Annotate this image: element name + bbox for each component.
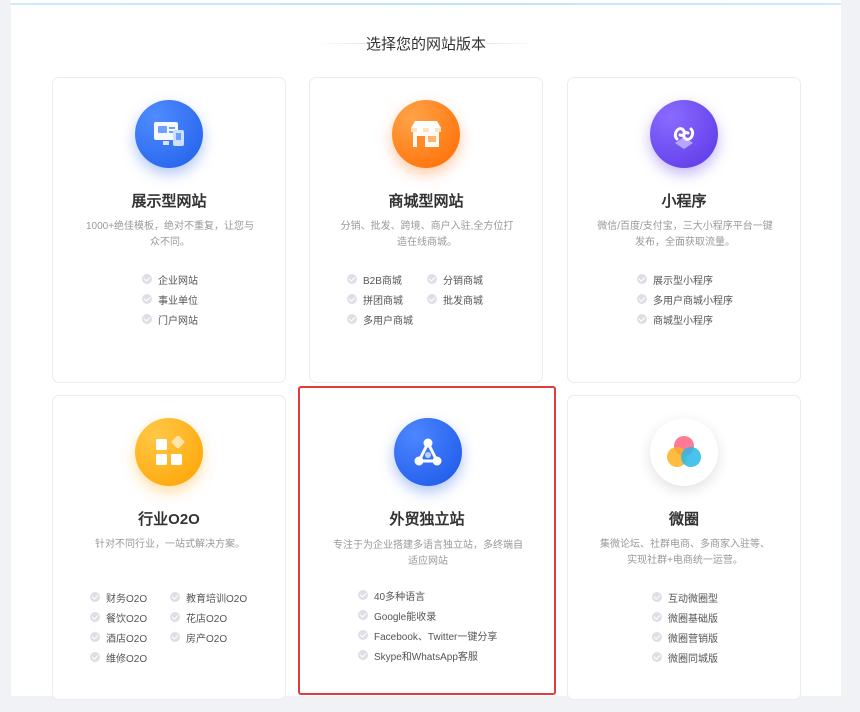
card-description: 针对不同行业，一站式解决方案。 [95,539,245,550]
feature-list: 财务O2O 教育培训O2O 餐饮O2O 花店O2O 酒店O2O 房产O2O 维修… [90,587,260,667]
check-icon [427,274,437,284]
card-title: 外贸独立站 [389,511,465,528]
check-icon [90,632,100,642]
feature-item: 微圈基础版 [652,607,718,627]
card-industry-o2o[interactable]: 行业O2O 针对不同行业，一站式解决方案。 财务O2O 教育培训O2O 餐饮O2… [52,395,286,700]
feature-item: 批发商城 [427,289,517,309]
check-icon [652,612,662,622]
feature-item: 40多种语言 [358,585,497,605]
check-icon [427,294,437,304]
feature-item: 教育培训O2O [170,587,260,607]
feature-list: B2B商城 分销商城 拼团商城 批发商城 多用户商城 [347,269,517,329]
check-icon [652,632,662,642]
network-nodes-icon [394,418,462,486]
title-divider-left [316,43,366,44]
feature-item: Google能收录 [358,605,497,625]
feature-list: 企业网站 事业单位 门户网站 [142,269,198,329]
main-panel: 选择您的网站版本 展示型网站 1000+绝佳模板，绝对不重复，让您与众不同。 企… [11,0,841,700]
check-icon [358,610,368,620]
feature-item: 互动微圈型 [652,587,718,607]
feature-item: 商城型小程序 [637,309,733,329]
feature-item: 微圈同城版 [652,647,718,667]
check-icon [170,612,180,622]
check-icon [652,592,662,602]
card-description: 1000+绝佳模板，绝对不重复，让您与众不同。 [85,221,255,248]
check-icon [652,652,662,662]
feature-item: 房产O2O [170,627,260,647]
grid-diamond-icon [135,418,203,486]
feature-item: 展示型小程序 [637,269,733,289]
feature-list: 互动微圈型 微圈基础版 微圈营销版 微圈同城版 [652,587,718,667]
feature-list: 展示型小程序 多用户商城小程序 商城型小程序 [637,269,733,329]
check-icon [142,294,152,304]
check-icon [637,274,647,284]
section-title-text: 选择您的网站版本 [365,36,486,53]
feature-item: 微圈营销版 [652,627,718,647]
card-mall-site[interactable]: 商城型网站 分销、批发、跨境、商户入驻,全方位打造在线商城。 B2B商城 分销商… [309,77,543,383]
storefront-icon [392,100,460,168]
feature-item: B2B商城 [347,269,427,289]
card-description: 微信/百度/支付宝，三大小程序平台一键发布，全面获取流量。 [597,221,773,248]
feature-item: 拼团商城 [347,289,427,309]
card-description: 专注于为企业搭建多语言独立站，多终端自适应网站 [333,540,523,567]
check-icon [358,650,368,660]
check-icon [90,612,100,622]
check-icon [358,630,368,640]
card-title: 微圈 [668,511,699,528]
card-title: 展示型网站 [131,193,207,210]
check-icon [347,294,357,304]
card-title: 小程序 [661,193,707,210]
check-icon [170,632,180,642]
card-description: 集微论坛、社群电商、多商家入驻等、实现社群+电商统一运营。 [600,539,770,566]
feature-item: 多用户商城小程序 [637,289,733,309]
card-display-site[interactable]: 展示型网站 1000+绝佳模板，绝对不重复，让您与众不同。 企业网站 事业单位 … [52,77,286,383]
card-mini-program[interactable]: 小程序 微信/百度/支付宝，三大小程序平台一键发布，全面获取流量。 展示型小程序… [567,77,801,383]
check-icon [170,592,180,602]
feature-item: 企业网站 [142,269,198,289]
title-divider-right [486,43,536,44]
card-title: 商城型网站 [388,193,464,210]
card-micro-circle[interactable]: 微圈 集微论坛、社群电商、多商家入驻等、实现社群+电商统一运营。 互动微圈型 微… [567,395,801,700]
feature-item: Skype和WhatsApp客服 [358,645,497,665]
display-site-icon [135,100,203,168]
feature-item: 多用户商城 [347,309,427,329]
feature-item: 花店O2O [170,607,260,627]
feature-item: 门户网站 [142,309,198,329]
check-icon [637,314,647,324]
check-icon [347,274,357,284]
card-foreign-trade-site[interactable]: 外贸独立站 专注于为企业搭建多语言独立站，多终端自适应网站 40多种语言 Goo… [298,386,556,695]
section-title: 选择您的网站版本 [11,33,841,54]
feature-list: 40多种语言 Google能收录 Facebook、Twitter一键分享 Sk… [358,585,497,665]
top-accent-line [11,3,841,5]
check-icon [90,652,100,662]
overlapping-circles-icon [650,418,718,486]
check-icon [347,314,357,324]
mini-program-icon [650,100,718,168]
check-icon [637,294,647,304]
card-description: 分销、批发、跨境、商户入驻,全方位打造在线商城。 [340,221,514,248]
feature-item: 酒店O2O [90,627,170,647]
feature-item: 财务O2O [90,587,170,607]
check-icon [142,274,152,284]
check-icon [358,590,368,600]
feature-item: 餐饮O2O [90,607,170,627]
feature-item: 事业单位 [142,289,198,309]
check-icon [90,592,100,602]
feature-item: Facebook、Twitter一键分享 [358,625,497,645]
check-icon [142,314,152,324]
card-title: 行业O2O [138,511,200,528]
feature-item: 分销商城 [427,269,517,289]
feature-item: 维修O2O [90,647,170,667]
